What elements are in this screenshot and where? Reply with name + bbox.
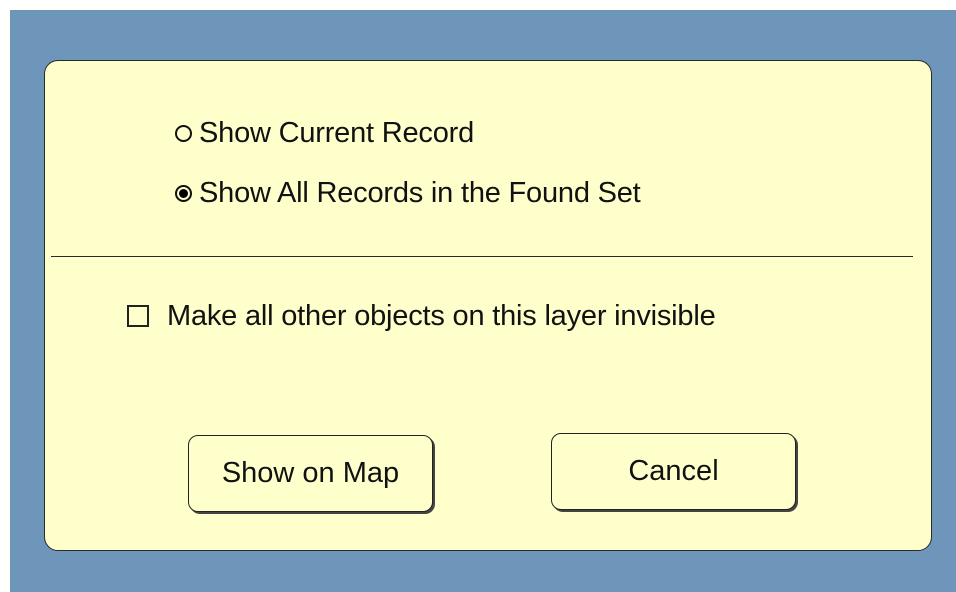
show-all-records-radio[interactable] xyxy=(175,184,192,202)
show-all-records-label: Show All Records in the Found Set xyxy=(199,176,641,209)
hide-other-objects-checkbox[interactable] xyxy=(127,305,149,327)
hide-other-objects-option[interactable]: Make all other objects on this layer inv… xyxy=(127,296,716,336)
show-all-records-option[interactable]: Show All Records in the Found Set xyxy=(175,175,641,211)
cancel-button[interactable]: Cancel xyxy=(551,433,796,510)
show-on-map-button[interactable]: Show on Map xyxy=(188,435,433,512)
show-current-record-option[interactable]: Show Current Record xyxy=(175,115,474,151)
hide-other-objects-label: Make all other objects on this layer inv… xyxy=(167,299,716,332)
show-current-record-label: Show Current Record xyxy=(199,116,475,149)
show-records-dialog: Show Current Record Show All Records in … xyxy=(44,60,932,551)
divider xyxy=(51,256,913,257)
show-current-record-radio[interactable] xyxy=(175,124,192,142)
